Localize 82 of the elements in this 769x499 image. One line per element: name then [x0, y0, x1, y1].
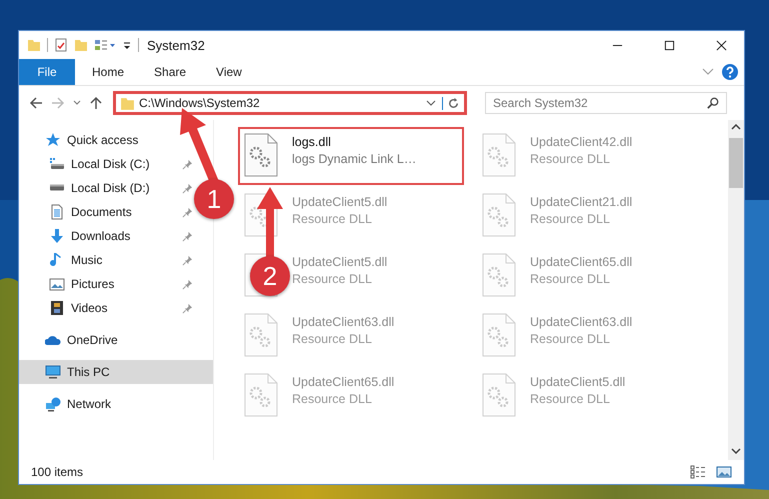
gear-file-icon: [244, 373, 278, 417]
help-icon[interactable]: [722, 64, 738, 80]
pin-icon[interactable]: [182, 182, 193, 194]
ribbon-tab[interactable]: Share: [139, 59, 202, 85]
file-name: UpdateClient42.dll: [530, 135, 632, 149]
file-name: UpdateClient21.dll: [530, 195, 632, 209]
file-name: UpdateClient63.dll: [292, 315, 394, 329]
sidebar-item[interactable]: Pictures: [49, 276, 114, 292]
item-count: 100 items: [31, 465, 84, 479]
gear-file-icon: [482, 253, 516, 297]
file-type: logs Dynamic Link L…: [292, 152, 416, 166]
sidebar-item[interactable]: OneDrive: [19, 328, 213, 352]
sidebar-item[interactable]: Documents: [49, 204, 132, 220]
scroll-down-icon[interactable]: [731, 448, 741, 454]
document-icon: [49, 204, 65, 220]
file-name: UpdateClient5.dll: [292, 195, 388, 209]
ribbon-tab[interactable]: View: [201, 59, 257, 85]
file-tab[interactable]: File: [19, 59, 75, 85]
thumbnail-view-icon[interactable]: [716, 465, 732, 479]
scrollbar-thumb[interactable]: [729, 138, 743, 188]
file-type: Resource DLL: [530, 272, 611, 286]
file-name: UpdateClient65.dll: [530, 255, 632, 269]
monitor-icon: [45, 364, 61, 380]
chevron-down-icon[interactable]: [702, 68, 714, 76]
sidebar-item[interactable]: Music: [49, 252, 102, 268]
gear-file-icon: [482, 193, 516, 237]
picture-icon: [49, 276, 65, 292]
pin-icon[interactable]: [182, 302, 193, 314]
folder-icon: [120, 96, 135, 110]
up-arrow-icon[interactable]: [89, 96, 103, 110]
back-arrow-icon[interactable]: [29, 96, 43, 110]
gear-file-icon: [482, 133, 516, 177]
scrollbar[interactable]: [728, 120, 744, 460]
recent-dropdown-icon[interactable]: [73, 100, 81, 106]
sidebar-item[interactable]: Network: [19, 392, 213, 416]
pin-icon[interactable]: [182, 230, 193, 242]
details-view-icon[interactable]: [690, 465, 706, 479]
properties-icon[interactable]: [54, 38, 68, 52]
sidebar-item[interactable]: Local Disk (C:): [49, 156, 150, 172]
file-type: Resource DLL: [530, 212, 611, 226]
pin-icon[interactable]: [182, 158, 193, 170]
star-icon: [45, 132, 61, 148]
pin-icon[interactable]: [182, 206, 193, 218]
view-options-icon[interactable]: [94, 38, 116, 52]
file-name: UpdateClient5.dll: [292, 255, 388, 269]
maximize-icon: [664, 40, 674, 50]
drive-icon: [49, 156, 65, 172]
drive-icon: [49, 184, 65, 191]
file-name: UpdateClient5.dll: [530, 375, 626, 389]
pin-icon[interactable]: [182, 254, 193, 266]
file-type: Resource DLL: [530, 392, 611, 406]
sidebar-item[interactable]: Downloads: [49, 228, 130, 244]
sidebar-item[interactable]: Local Disk (D:): [49, 180, 150, 196]
file-type: Resource DLL: [530, 332, 611, 346]
ribbon-tab[interactable]: Home: [77, 59, 140, 85]
pin-icon[interactable]: [182, 278, 193, 290]
scroll-up-icon[interactable]: [731, 124, 741, 130]
file-type: Resource DLL: [530, 152, 611, 166]
file-type: Resource DLL: [292, 392, 373, 406]
file-type: Resource DLL: [292, 332, 373, 346]
sidebar-item[interactable]: Quick access: [19, 128, 213, 152]
gear-file-icon: [482, 373, 516, 417]
close-icon: [716, 40, 726, 50]
file-name: UpdateClient63.dll: [530, 315, 632, 329]
file-type: Resource DLL: [292, 272, 373, 286]
gear-file-icon: [482, 313, 516, 357]
address-bar[interactable]: C:\Windows\System32: [113, 91, 467, 115]
film-icon: [49, 300, 65, 316]
network-icon: [45, 396, 61, 412]
file-type: Resource DLL: [292, 212, 373, 226]
file-item[interactable]: logs.dll logs Dynamic Link L…: [238, 127, 464, 185]
download-arrow-icon: [49, 228, 65, 244]
sidebar-item[interactable]: This PC: [19, 360, 213, 384]
gear-file-icon: [244, 133, 278, 177]
gear-file-icon: [244, 313, 278, 357]
window-title: System32: [147, 38, 205, 52]
file-name: UpdateClient65.dll: [292, 375, 394, 389]
sidebar-item[interactable]: Videos: [49, 300, 108, 316]
file-name: logs.dll: [292, 135, 332, 149]
dropdown-chevron-icon[interactable]: [426, 100, 436, 106]
search-icon: [707, 97, 719, 109]
search-field[interactable]: Search System32: [485, 92, 727, 114]
